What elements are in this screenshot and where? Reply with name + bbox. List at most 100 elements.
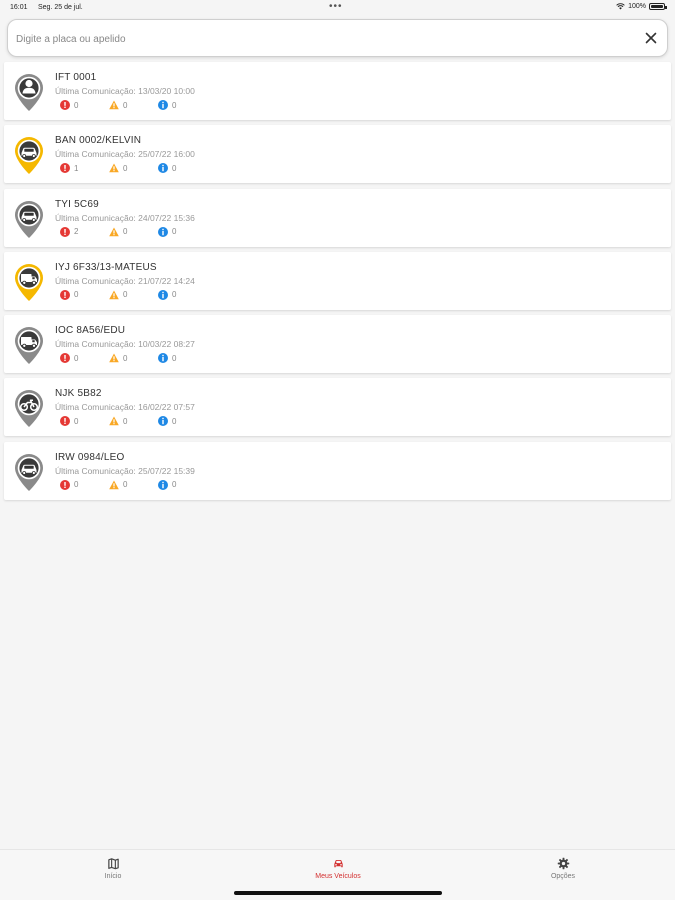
vehicle-pin-icon [15,137,43,175]
car-icon [333,859,343,868]
info-count: 0 [172,227,177,237]
vehicle-pin-icon [15,327,43,365]
error-icon [60,163,70,174]
warning-icon [109,480,119,490]
info-icon [158,416,168,427]
alert-counters: 0 0 0 [60,289,260,302]
error-count: 0 [74,290,79,300]
vehicle-pin-icon [15,263,43,301]
warning-count: 0 [123,353,128,363]
alert-counters: 0 0 0 [60,100,260,112]
info-counter: 0 [158,289,176,300]
last-communication: Última Comunicação: 10/03/22 08:27 [55,339,195,350]
search-input[interactable] [16,29,626,49]
info-icon [158,100,168,110]
alert-counters: 0 0 0 [60,479,260,492]
info-icon [158,479,168,490]
vehicle-card[interactable]: IYJ 6F33/13-MATEUS Última Comunicação: 21… [4,251,671,310]
error-count: 0 [74,100,79,110]
vehicle-card[interactable]: NJK 5B82 Última Comunicação: 16/02/22 07:… [4,378,671,437]
error-icon [60,416,70,427]
error-icon [60,100,70,110]
vehicle-pin-icon [15,453,43,491]
vehicle-plate: IYJ 6F33/13-MATEUS [55,261,157,273]
tab-inicio[interactable]: Início [63,857,163,880]
last-communication: Última Comunicação: 21/07/22 14:24 [55,275,195,286]
close-icon[interactable] [643,30,659,46]
error-icon [60,226,70,237]
info-icon [158,163,168,174]
tab-meus-veiculos[interactable]: Meus Veículos [288,857,388,880]
vehicle-plate: IOC 8A56/EDU [55,325,126,337]
warning-icon [109,353,119,363]
info-counter: 0 [158,100,176,110]
error-counter: 0 [60,100,78,110]
vehicle-card[interactable]: IRW 0984/LEO Última Comunicação: 25/07/22… [4,441,671,500]
battery-percent: 100% [628,3,646,10]
search-bar [7,19,668,57]
error-icon [60,289,70,300]
error-counter: 0 [60,479,79,490]
warning-icon [109,290,119,300]
info-icon [158,353,168,364]
warning-counter: 0 [109,100,127,110]
multitasking-dots[interactable]: ••• [329,1,343,12]
warning-count: 0 [123,163,128,173]
error-icon [60,479,70,490]
battery-icon [649,3,667,10]
warning-counter: 0 [109,227,127,237]
warning-counter: 0 [109,290,127,300]
vehicle-plate: IFT 0001 [55,72,97,83]
alert-counters: 2 0 0 [60,226,260,239]
tab-label: Início [104,873,122,880]
vehicle-list: IFT 0001 Última Comunicação: 13/03/20 10:… [4,62,671,505]
warning-count: 0 [123,227,128,237]
vehicle-plate: IRW 0984/LEO [55,451,125,463]
tab-label: Meus Veículos [315,873,361,880]
error-count: 0 [74,416,79,426]
error-count: 0 [74,480,79,490]
vehicle-card[interactable]: BAN 0002/KELVIN Última Comunicação: 25/07… [4,125,671,184]
warning-count: 0 [123,100,128,110]
last-communication: Última Comunicação: 25/07/22 15:39 [55,465,195,476]
vehicle-pin-icon [15,200,43,238]
error-icon [60,353,70,364]
vehicle-pin-icon [15,390,43,428]
info-counter: 0 [158,226,177,237]
info-counter: 0 [158,163,176,174]
last-communication: Última Comunicação: 25/07/22 16:00 [55,149,195,160]
map-icon [107,858,119,870]
vehicle-card[interactable]: IOC 8A56/EDU Última Comunicação: 10/03/22… [4,315,671,374]
vehicle-card[interactable]: TYI 5C69 Última Comunicação: 24/07/22 15:… [4,188,671,247]
warning-counter: 0 [109,480,127,490]
info-counter: 0 [158,416,176,427]
warning-counter: 0 [109,163,127,173]
warning-icon [109,100,119,110]
tab-opcoes[interactable]: Opções [513,857,613,880]
vehicle-pin-icon [15,74,43,111]
warning-counter: 0 [109,353,127,363]
warning-count: 0 [123,290,128,300]
error-counter: 0 [60,289,79,300]
vehicle-plate: NJK 5B82 [55,388,102,400]
info-counter: 0 [158,479,177,490]
info-count: 0 [172,480,177,490]
home-indicator [234,891,442,895]
error-counter: 1 [60,163,79,174]
vehicle-plate: TYI 5C69 [55,198,99,210]
warning-icon [109,416,119,426]
error-count: 2 [74,227,79,237]
alert-counters: 0 0 0 [60,416,260,428]
vehicle-card[interactable]: IFT 0001 Última Comunicação: 13/03/20 10:… [4,62,671,120]
error-count: 1 [74,163,79,173]
warning-count: 0 [123,480,128,490]
tab-label: Opções [550,873,576,880]
last-communication: Última Comunicação: 13/03/20 10:00 [55,86,195,96]
status-time: 16:01 [10,4,28,11]
status-right: 100% [616,3,667,10]
gear-icon [557,857,569,870]
info-count: 0 [172,100,177,110]
status-date: Seg. 25 de jul. [38,4,83,11]
info-counter: 0 [158,353,176,364]
info-icon [158,226,168,237]
